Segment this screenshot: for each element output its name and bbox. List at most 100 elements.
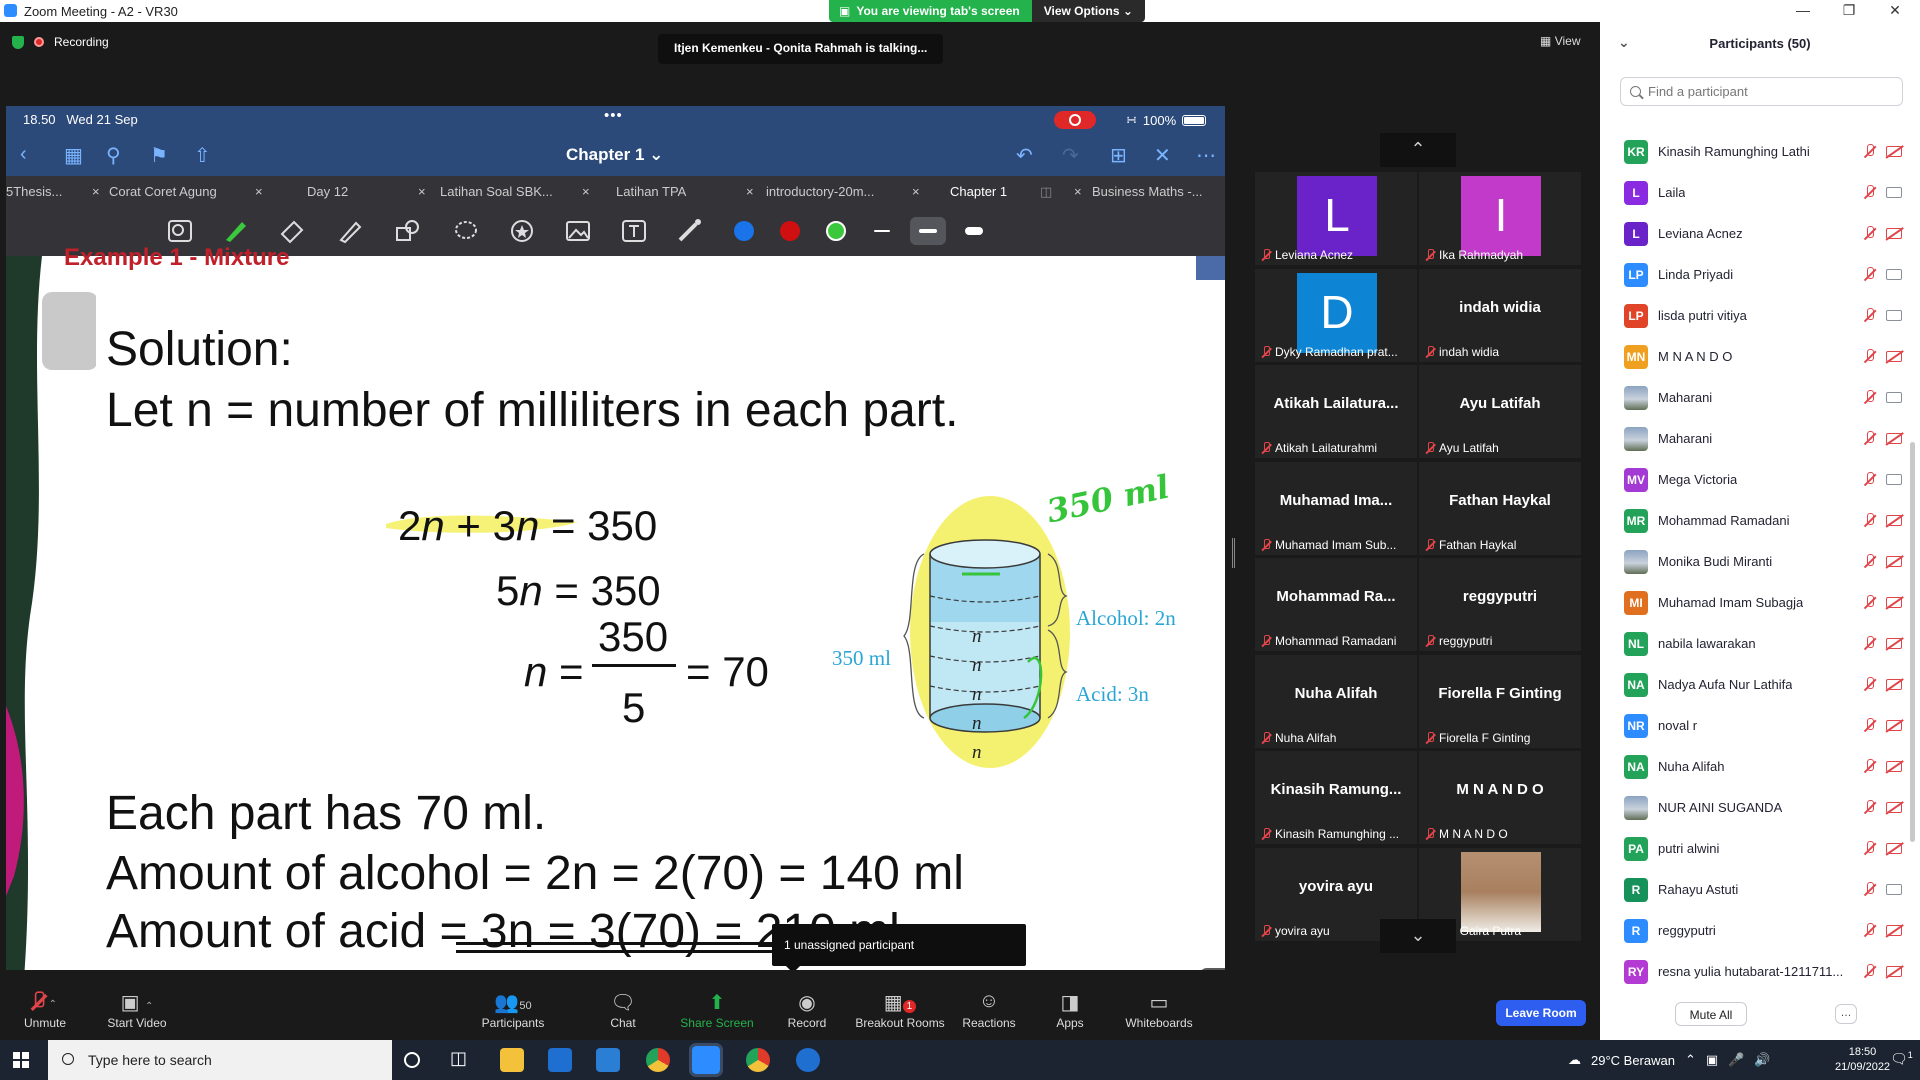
zoom-taskbar-icon[interactable]	[689, 1043, 723, 1077]
video-tile[interactable]: Nuha Alifah Nuha Alifah	[1255, 654, 1417, 748]
highlighter-icon[interactable]	[336, 218, 364, 244]
participants-button[interactable]: 👥50 Participants	[468, 990, 558, 1030]
cortana-icon[interactable]	[404, 1052, 420, 1068]
share-icon[interactable]: ⇧	[194, 143, 211, 168]
participant-row[interactable]: MR Mohammad Ramadani	[1620, 500, 1905, 541]
close-icon[interactable]: ✕	[1872, 2, 1918, 20]
video-icon[interactable]	[1886, 884, 1902, 895]
video-tile[interactable]: indah widia indah widia	[1419, 268, 1581, 362]
participant-search-input[interactable]: Find a participant	[1620, 77, 1903, 106]
tab-doc[interactable]: Latihan Soal SBK...	[440, 176, 553, 206]
participant-row[interactable]: MI Muhamad Imam Subagja	[1620, 582, 1905, 623]
participant-row[interactable]: Maharani	[1620, 418, 1905, 459]
note-canvas[interactable]: Example 1 - Mixture Solution: Let n = nu…	[6, 244, 1225, 979]
muted-mic-icon[interactable]	[1863, 308, 1877, 324]
encryption-shield-icon[interactable]	[12, 35, 24, 49]
volume-icon[interactable]: 🔊	[1754, 1052, 1770, 1068]
muted-mic-icon[interactable]	[1863, 677, 1877, 693]
video-off-icon[interactable]	[1886, 843, 1902, 854]
video-icon[interactable]	[1886, 187, 1902, 198]
network-icon[interactable]: ▣	[1706, 1052, 1718, 1068]
close-icon[interactable]: ×	[92, 176, 100, 206]
video-off-icon[interactable]	[1886, 228, 1902, 239]
document-title[interactable]: Chapter 1 ⌄	[566, 145, 663, 165]
share-screen-button[interactable]: ⬆ Share Screen	[672, 990, 762, 1030]
text-icon[interactable]	[620, 218, 648, 244]
close-icon[interactable]: ×	[912, 176, 920, 206]
video-tile[interactable]: Fathan Haykal Fathan Haykal	[1419, 461, 1581, 555]
lasso-select-icon[interactable]	[166, 218, 194, 244]
tab-doc[interactable]: Business Maths -...	[1092, 176, 1203, 206]
close-icon[interactable]: ×	[582, 176, 590, 206]
video-off-icon[interactable]	[1886, 802, 1902, 813]
panel-scrollbar[interactable]	[1910, 442, 1915, 842]
stroke-thin[interactable]	[864, 217, 900, 245]
shape-icon[interactable]	[394, 218, 422, 244]
video-off-icon[interactable]	[1886, 966, 1902, 977]
muted-mic-icon[interactable]	[1863, 472, 1877, 488]
mail-icon[interactable]	[596, 1048, 620, 1072]
tray-chevron-icon[interactable]: ⌃	[1685, 1052, 1696, 1068]
close-icon[interactable]: ×	[746, 176, 754, 206]
mic-tray-icon[interactable]: 🎤	[1728, 1052, 1744, 1068]
participant-row[interactable]: L Laila	[1620, 172, 1905, 213]
participant-row[interactable]: Rreggyputri	[1620, 910, 1905, 951]
color-swatch-blue[interactable]	[734, 221, 754, 241]
reactions-button[interactable]: ☺ Reactions	[944, 990, 1034, 1030]
video-tile[interactable]: D Dyky Ramadhan prat...	[1255, 268, 1417, 362]
muted-mic-icon[interactable]	[1863, 226, 1877, 242]
taskbar-clock[interactable]: 18:50 21/09/2022	[1835, 1045, 1890, 1075]
participant-row[interactable]: NL nabila lawarakan	[1620, 623, 1905, 664]
tab-doc[interactable]: Day 12	[307, 176, 348, 206]
more-icon[interactable]: ⋯	[1196, 143, 1216, 168]
muted-mic-icon[interactable]	[1863, 267, 1877, 283]
muted-mic-icon[interactable]	[1863, 882, 1877, 898]
video-tile[interactable]: I Ika Rahmadyah	[1419, 172, 1581, 265]
muted-mic-icon[interactable]	[1863, 636, 1877, 652]
muted-mic-icon[interactable]	[1863, 390, 1877, 406]
video-icon[interactable]	[1886, 310, 1902, 321]
back-icon[interactable]: ‹	[20, 143, 27, 166]
minimize-icon[interactable]: —	[1780, 2, 1826, 20]
muted-mic-icon[interactable]	[1863, 841, 1877, 857]
pen-icon[interactable]	[222, 218, 250, 244]
file-explorer-icon[interactable]	[500, 1048, 524, 1072]
close-icon[interactable]: ×	[255, 176, 263, 206]
muted-mic-icon[interactable]	[1863, 964, 1877, 980]
tab-doc[interactable]: introductory-20m...	[766, 176, 874, 206]
stroke-medium[interactable]	[910, 217, 946, 245]
muted-mic-icon[interactable]	[1863, 759, 1877, 775]
weather-icon[interactable]: ☁	[1568, 1052, 1581, 1068]
collapse-chevron-icon[interactable]: ⌄	[1618, 34, 1630, 51]
search-icon[interactable]: ⚲	[106, 143, 121, 168]
video-off-icon[interactable]	[1886, 638, 1902, 649]
participant-row[interactable]: LP Linda Priyadi	[1620, 254, 1905, 295]
chrome-icon[interactable]	[646, 1048, 670, 1072]
add-page-icon[interactable]: ⊞	[1110, 143, 1127, 168]
video-tile[interactable]: M N A N D O M N A N D O	[1419, 751, 1581, 844]
record-button[interactable]: ◉ Record	[762, 990, 852, 1030]
participant-row[interactable]: NA Nadya Aufa Nur Lathifa	[1620, 664, 1905, 705]
color-swatch-green[interactable]	[826, 221, 846, 241]
leave-room-button[interactable]: Leave Room	[1496, 1000, 1586, 1026]
color-swatch-red[interactable]	[780, 221, 800, 241]
pages-grid-icon[interactable]: ▦	[64, 143, 83, 168]
video-off-icon[interactable]	[1886, 597, 1902, 608]
muted-mic-icon[interactable]	[1863, 349, 1877, 365]
close-icon[interactable]: ×	[418, 176, 426, 206]
tab-doc[interactable]: 5Thesis...	[6, 176, 62, 206]
close-pen-icon[interactable]: ✕	[1154, 143, 1171, 168]
gallery-down-icon[interactable]: ⌄	[1380, 919, 1456, 953]
participant-row[interactable]: RY resna yulia hutabarat-1211711...	[1620, 951, 1905, 992]
bookmark-icon[interactable]: ⚑	[150, 143, 168, 168]
participant-row[interactable]: KR Kinasih Ramunghing Lathi	[1620, 131, 1905, 172]
chat-button[interactable]: 🗨 Chat	[578, 990, 668, 1030]
video-off-icon[interactable]	[1886, 556, 1902, 567]
video-tile[interactable]: Ayu Latifah Ayu Latifah	[1419, 365, 1581, 458]
task-view-icon[interactable]: ◫	[450, 1048, 474, 1072]
video-tile[interactable]: Mohammad Ra... Mohammad Ramadani	[1255, 558, 1417, 651]
maximize-icon[interactable]: ❐	[1826, 2, 1872, 20]
image-icon[interactable]	[564, 218, 592, 244]
whiteboards-button[interactable]: ▭ Whiteboards	[1114, 990, 1204, 1030]
participant-row[interactable]: MN M N A N D O	[1620, 336, 1905, 377]
